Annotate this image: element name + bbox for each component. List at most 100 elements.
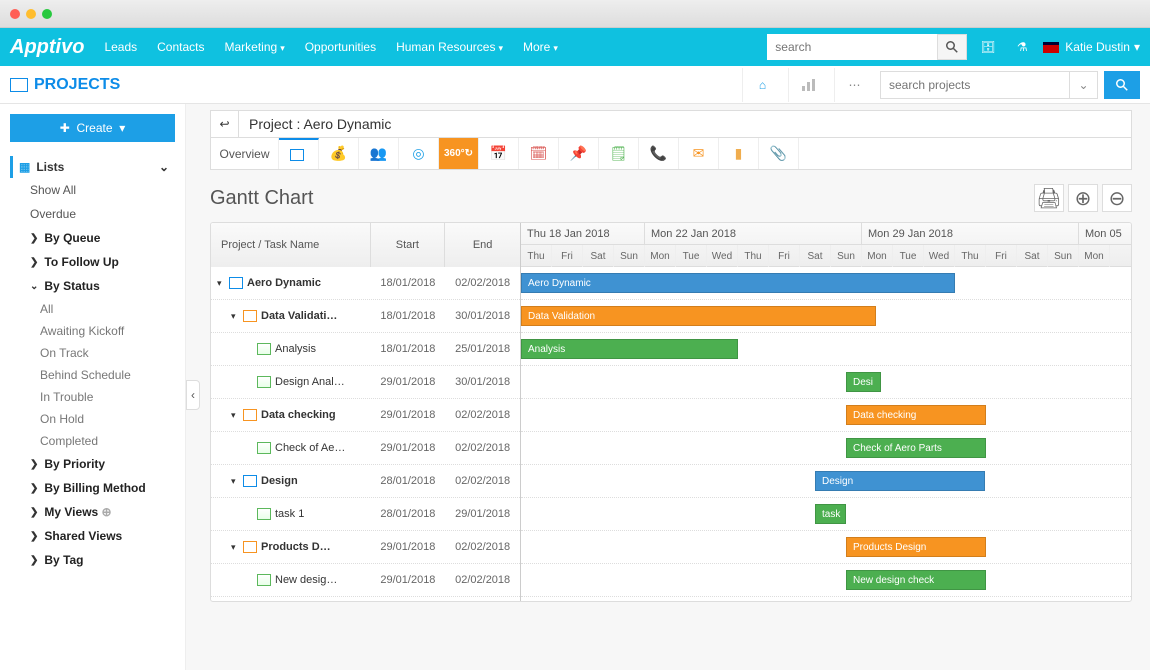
tab-overview[interactable]: Overview	[211, 138, 279, 169]
day-header: Tue	[676, 245, 707, 267]
gantt-bar[interactable]: New design check	[846, 570, 986, 590]
task-row[interactable]: Analysis18/01/201825/01/2018	[211, 333, 520, 366]
sidebar-show-all[interactable]: Show All	[10, 178, 175, 202]
gantt-bar[interactable]: Data Validation	[521, 306, 876, 326]
tab-attach-icon[interactable]: 📎	[759, 138, 799, 169]
window-min-dot[interactable]	[26, 9, 36, 19]
browser-chrome	[0, 0, 1150, 28]
milestone-icon	[243, 310, 257, 322]
status-onhold[interactable]: On Hold	[10, 408, 175, 430]
gantt-task-table: Project / Task Name Start End ▾Aero Dyna…	[211, 223, 521, 601]
tab-mail-icon[interactable]: ✉	[679, 138, 719, 169]
task-end: 02/02/2018	[445, 409, 520, 421]
nav-more[interactable]: More▾	[513, 40, 568, 54]
expand-toggle[interactable]: ▾	[231, 410, 241, 421]
sidebar-by-billing[interactable]: ❯By Billing Method	[10, 476, 175, 500]
zoom-in-button[interactable]: ⊕	[1068, 184, 1098, 212]
print-button[interactable]: 🖨	[1034, 184, 1064, 212]
task-name: Products D…	[261, 541, 331, 553]
sidebar-my-views[interactable]: ❯My Views ⊕	[10, 500, 175, 524]
task-row[interactable]: task 128/01/201829/01/2018	[211, 498, 520, 531]
sidebar-by-queue[interactable]: ❯By Queue	[10, 226, 175, 250]
task-start: 29/01/2018	[371, 376, 446, 388]
store-icon[interactable]: 🗄	[975, 34, 1001, 60]
user-menu[interactable]: Katie Dustin ▾	[1043, 40, 1140, 54]
sidebar-overdue[interactable]: Overdue	[10, 202, 175, 226]
task-row[interactable]: ▾Data checking29/01/201802/02/2018	[211, 399, 520, 432]
expand-toggle[interactable]: ▾	[231, 542, 241, 553]
tab-gantt-icon[interactable]	[279, 138, 319, 169]
tab-budget-icon[interactable]: 💰	[319, 138, 359, 169]
status-behind[interactable]: Behind Schedule	[10, 364, 175, 386]
more-icon[interactable]: ⋯	[834, 68, 874, 102]
gantt-bar[interactable]: Design	[815, 471, 985, 491]
status-awaiting[interactable]: Awaiting Kickoff	[10, 320, 175, 342]
sidebar-by-tag[interactable]: ❯By Tag	[10, 548, 175, 572]
tab-pin-icon[interactable]: 📌	[559, 138, 599, 169]
sidebar-by-status[interactable]: ⌄By Status	[10, 274, 175, 298]
gantt-bar[interactable]: Data checking	[846, 405, 986, 425]
global-search-button[interactable]	[937, 34, 967, 60]
gantt-bar[interactable]: Desi	[846, 372, 881, 392]
nav-opportunities[interactable]: Opportunities	[295, 40, 386, 54]
tab-calendar-icon[interactable]: 📅	[479, 138, 519, 169]
gantt-bar[interactable]: Check of Aero Parts	[846, 438, 986, 458]
sidebar-to-follow-up[interactable]: ❯To Follow Up	[10, 250, 175, 274]
expand-toggle[interactable]: ▾	[231, 311, 241, 322]
section-title: Gantt Chart	[210, 187, 313, 210]
tab-360[interactable]: 360° ↻	[439, 138, 479, 169]
sidebar-by-priority[interactable]: ❯By Priority	[10, 452, 175, 476]
sidebar-lists-header[interactable]: ▦ Lists⌄	[10, 156, 175, 178]
nav-human-resources[interactable]: Human Resources▾	[386, 40, 513, 54]
task-row[interactable]: New desig…29/01/201802/02/2018	[211, 564, 520, 597]
task-row[interactable]: ▾Data Validati…18/01/201830/01/2018	[211, 300, 520, 333]
task-row[interactable]: ▾Products D…29/01/201802/02/2018	[211, 531, 520, 564]
back-button[interactable]: ↩	[211, 111, 239, 137]
tab-phone-icon[interactable]: 📞	[639, 138, 679, 169]
notifications-icon[interactable]: ⚗	[1009, 34, 1035, 60]
expand-toggle[interactable]: ▾	[231, 476, 241, 487]
nav-marketing[interactable]: Marketing▾	[215, 40, 295, 54]
global-search-input[interactable]	[767, 34, 937, 60]
task-row[interactable]: Design Anal…29/01/201830/01/2018	[211, 366, 520, 399]
search-dropdown[interactable]: ⌄	[1070, 71, 1098, 99]
create-button[interactable]: ✚ Create ▾	[10, 114, 175, 142]
day-header: Mon	[862, 245, 893, 267]
zoom-out-button[interactable]: ⊖	[1102, 184, 1132, 212]
home-icon[interactable]: ⌂	[742, 68, 782, 102]
status-completed[interactable]: Completed	[10, 430, 175, 452]
task-end: 02/02/2018	[445, 475, 520, 487]
window-max-dot[interactable]	[42, 9, 52, 19]
day-header: Tue	[893, 245, 924, 267]
gantt-row: New design check	[521, 564, 1131, 597]
tab-doc-icon[interactable]: ▮	[719, 138, 759, 169]
gantt-bar[interactable]: task	[815, 504, 846, 524]
tab-schedule-icon[interactable]: 🗓	[519, 138, 559, 169]
expand-toggle[interactable]: ▾	[217, 278, 227, 289]
day-header: Fri	[769, 245, 800, 267]
sidebar-shared-views[interactable]: ❯Shared Views	[10, 524, 175, 548]
task-end: 30/01/2018	[445, 310, 520, 322]
project-search-button[interactable]	[1104, 71, 1140, 99]
chart-icon[interactable]	[788, 68, 828, 102]
window-close-dot[interactable]	[10, 9, 20, 19]
project-search-input[interactable]	[880, 71, 1070, 99]
breadcrumb-text: Project : Aero Dynamic	[239, 116, 401, 132]
gantt-bar[interactable]: Products Design	[846, 537, 986, 557]
status-trouble[interactable]: In Trouble	[10, 386, 175, 408]
tab-team-icon[interactable]: 👥	[359, 138, 399, 169]
task-row[interactable]: ▾Aero Dynamic18/01/201802/02/2018	[211, 267, 520, 300]
task-row[interactable]: Check of Ae…29/01/201802/02/2018	[211, 432, 520, 465]
app-header: PROJECTS ⌂ ⋯ ⌄	[0, 66, 1150, 104]
nav-leads[interactable]: Leads	[94, 40, 147, 54]
status-ontrack[interactable]: On Track	[10, 342, 175, 364]
gantt-bar[interactable]: Analysis	[521, 339, 738, 359]
status-all[interactable]: All	[10, 298, 175, 320]
nav-contacts[interactable]: Contacts	[147, 40, 214, 54]
task-row[interactable]: ▾Design28/01/201802/02/2018	[211, 465, 520, 498]
tab-target-icon[interactable]: ◎	[399, 138, 439, 169]
tab-note-icon[interactable]: 🗒	[599, 138, 639, 169]
day-header: Sat	[1017, 245, 1048, 267]
gantt-row: Data checking	[521, 399, 1131, 432]
gantt-bar[interactable]: Aero Dynamic	[521, 273, 955, 293]
